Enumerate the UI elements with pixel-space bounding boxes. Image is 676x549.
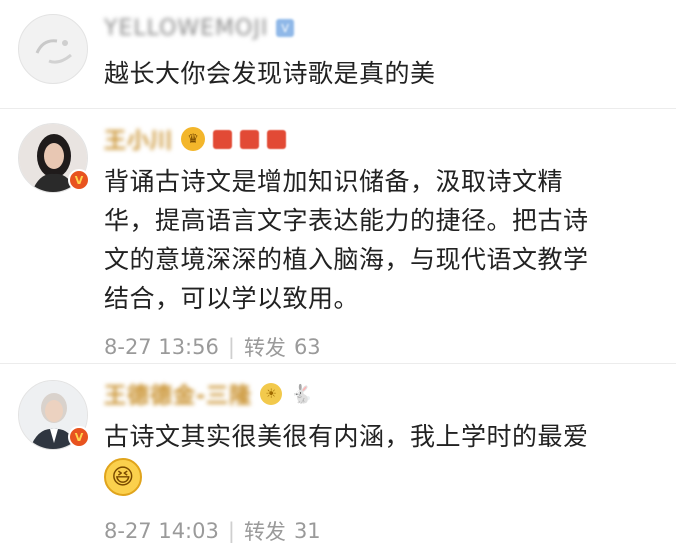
comment-text-line: 越长大你会发现诗歌是真的美 (104, 59, 436, 88)
repost-count: 31 (293, 519, 321, 543)
level-badge: V (276, 19, 294, 37)
name-row: 王小川 ♛ (104, 123, 662, 155)
red-badge-icon (267, 129, 287, 149)
avatar[interactable] (18, 14, 88, 84)
name-row: YELLOWEMOJI V (104, 12, 662, 44)
emoji-line: 😆 (104, 458, 662, 502)
comment-meta: 8-27 14:03 | 转发 31 (104, 516, 662, 546)
comment-text: 背诵古诗文是增加知识储备，汲取诗文精 华，提高语言文字表达能力的捷径。把古诗 文… (104, 162, 662, 318)
repost-count: 63 (293, 335, 321, 359)
avatar[interactable]: V (18, 380, 90, 450)
comment-text-line: 古诗文其实很美很有内涵，我上学时的最爱 (104, 422, 589, 451)
timestamp: 8-27 14:03 (104, 519, 219, 543)
red-badge-icon (240, 129, 260, 149)
comment-text-line: 文的意境深深的植入脑海，与现代语文教学 (104, 245, 589, 274)
comment-text: 越长大你会发现诗歌是真的美 (104, 54, 662, 93)
comment-text: 古诗文其实很美很有内涵，我上学时的最爱 😆 (104, 417, 662, 502)
comment-item: V 王德德金-三隆 ☀ 🐇 古诗文其实很美很有内涵，我上学时的最爱 😆 8-27… (0, 363, 676, 549)
comment-item: YELLOWEMOJI V 越长大你会发现诗歌是真的美 (0, 0, 676, 108)
verified-badge-icon: V (68, 426, 90, 448)
repost-button[interactable]: 转发 (244, 332, 286, 362)
username[interactable]: YELLOWEMOJI (104, 16, 268, 41)
comment-text-line: 背诵古诗文是增加知识储备，汲取诗文精 (104, 167, 564, 196)
avatar-image (18, 14, 88, 84)
rabbit-badge-icon: 🐇 (290, 383, 314, 405)
comment-text-line: 华，提高语言文字表达能力的捷径。把古诗 (104, 206, 589, 235)
verified-badge-icon: V (68, 169, 90, 191)
comment-feed: YELLOWEMOJI V 越长大你会发现诗歌是真的美 V 王小川 ♛ 背诵古诗… (0, 0, 676, 549)
comment-text-line: 结合，可以学以致用。 (104, 284, 360, 313)
crown-icon: ♛ (181, 127, 206, 151)
username[interactable]: 王小川 (104, 123, 173, 155)
meta-separator: | (227, 335, 235, 359)
comment-item: V 王小川 ♛ 背诵古诗文是增加知识储备，汲取诗文精 华，提高语言文字表达能力的… (0, 108, 676, 363)
sun-badge-icon: ☀ (260, 383, 283, 405)
username[interactable]: 王德德金-三隆 (104, 378, 252, 410)
timestamp: 8-27 13:56 (104, 335, 219, 359)
red-badge-icon (213, 129, 233, 149)
name-row: 王德德金-三隆 ☀ 🐇 (104, 378, 662, 410)
avatar-doodle-icon (35, 39, 72, 64)
meta-separator: | (227, 519, 235, 543)
laugh-emoji-icon: 😆 (104, 458, 142, 496)
avatar[interactable]: V (18, 123, 90, 193)
repost-button[interactable]: 转发 (244, 516, 286, 546)
comment-meta: 8-27 13:56 | 转发 63 (104, 332, 662, 362)
